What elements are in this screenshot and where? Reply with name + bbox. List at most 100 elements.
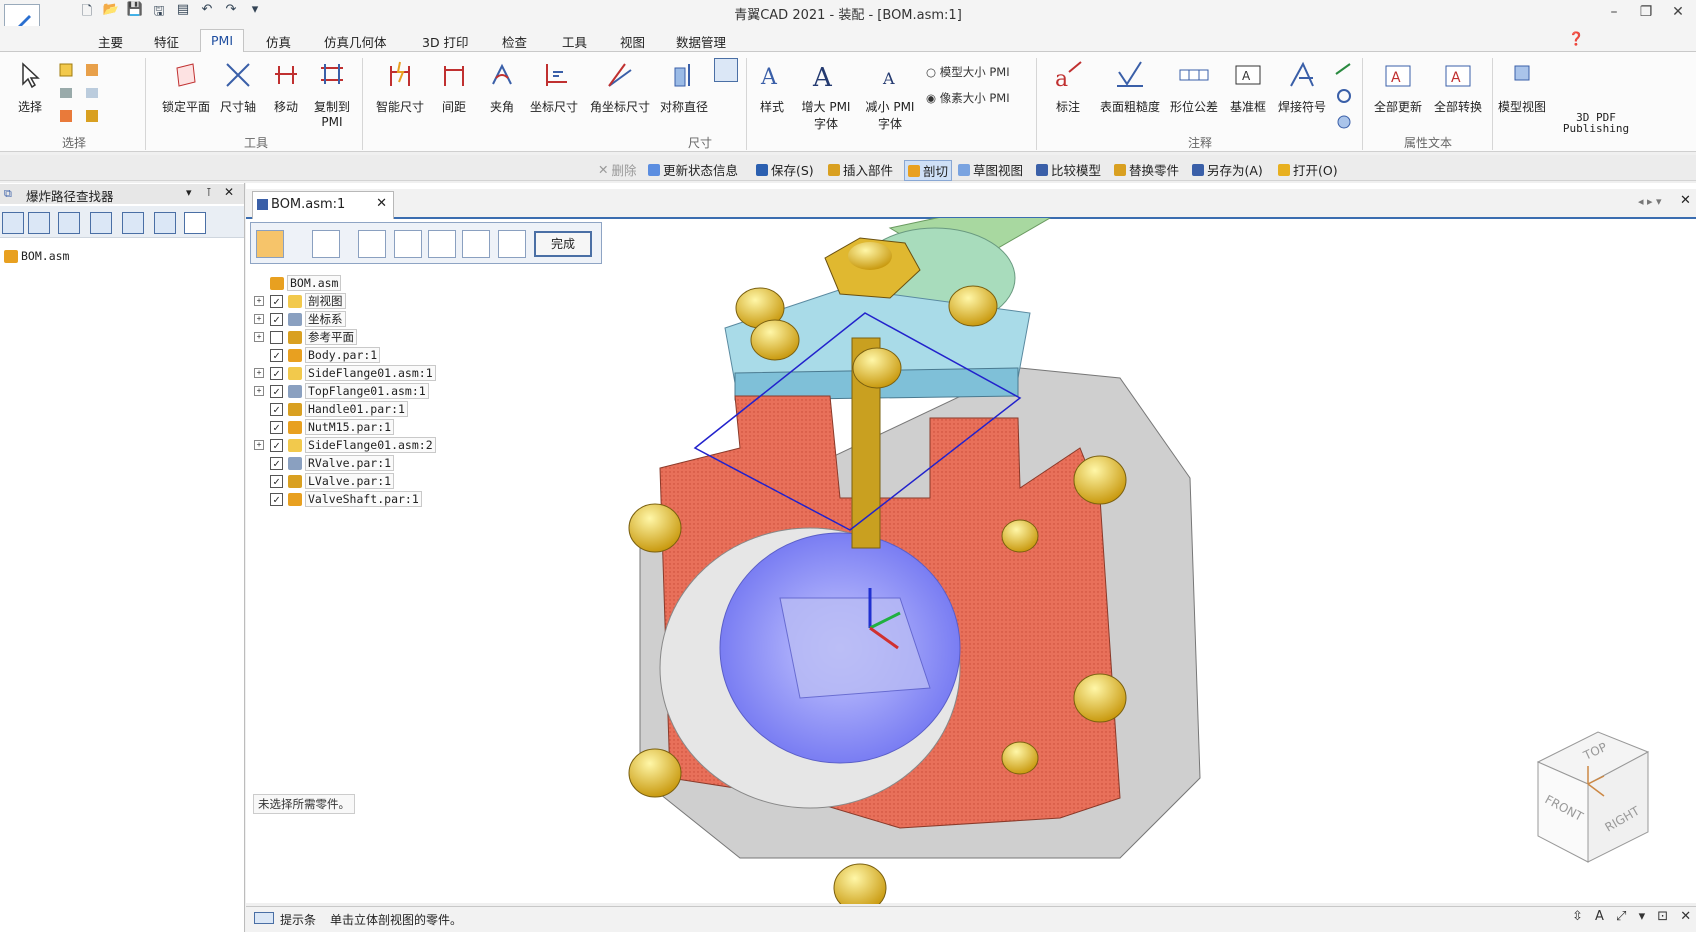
spacing-button[interactable]: 间距 (436, 60, 472, 115)
compare-model-command[interactable]: 比较模型 (1036, 160, 1101, 179)
done-button[interactable]: 完成 (534, 231, 592, 257)
visibility-checkbox[interactable]: ✓ (270, 294, 283, 308)
annotation-small-tools[interactable] (1334, 60, 1354, 130)
3d-pdf-publishing-button[interactable]: 3D PDF Publishing (1554, 112, 1638, 134)
section-flip-icon[interactable] (462, 230, 490, 258)
help-icon[interactable]: ❓ (1568, 32, 1584, 47)
document-close-icon[interactable]: ✕ (1680, 193, 1691, 208)
tree-item[interactable]: ✓ RValve.par:1 (254, 454, 436, 472)
insert-part-command[interactable]: 插入部件 (828, 160, 893, 179)
geometric-tolerance-button[interactable]: 形位公差 (1166, 60, 1222, 115)
tab-3d-print[interactable]: 3D 打印 (414, 32, 477, 51)
close-button[interactable]: ✕ (1668, 4, 1688, 20)
view-controls-icons[interactable]: ⇳ A ⤢ ▾ ⊡ ✕ (1572, 909, 1695, 924)
tab-pmi[interactable]: PMI (200, 29, 245, 53)
document-tab[interactable]: BOM.asm:1 ✕ (252, 191, 394, 219)
visibility-checkbox[interactable]: ✓ (270, 348, 283, 362)
visibility-checkbox[interactable] (270, 330, 283, 344)
tree-item[interactable]: + ✓ 坐标系 (254, 310, 436, 328)
symmetric-diameter-button[interactable]: 对称直径 (656, 60, 712, 115)
expand-icon[interactable]: + (254, 332, 264, 342)
dimension-option-icon[interactable] (714, 58, 738, 82)
callout-button[interactable]: a 标注 (1050, 60, 1086, 115)
tab-tools[interactable]: 工具 (554, 32, 595, 51)
tab-scroll-icons[interactable]: ◂ ▸ ▾ (1638, 195, 1662, 208)
select-small-tools[interactable] (58, 62, 128, 126)
move-button[interactable]: 移动 (266, 60, 306, 115)
sketch-view-command[interactable]: 草图视图 (958, 160, 1023, 179)
document-tab-close-icon[interactable]: ✕ (376, 196, 387, 211)
section-option-icon[interactable] (498, 230, 526, 258)
tree-item[interactable]: ✓ Handle01.par:1 (254, 400, 436, 418)
pane-tool-5-icon[interactable] (122, 212, 144, 234)
increase-pmi-font-button[interactable]: A 增大 PMI 字体 (794, 60, 858, 132)
tree-item[interactable]: + ✓ TopFlange01.asm:1 (254, 382, 436, 400)
style-button[interactable]: A 样式 (754, 60, 790, 115)
tab-sim-geometry[interactable]: 仿真几何体 (316, 32, 395, 51)
tree-item[interactable]: BOM.asm (254, 274, 436, 292)
visibility-checkbox[interactable]: ✓ (270, 312, 283, 326)
expand-icon[interactable]: + (254, 440, 264, 450)
convert-all-button[interactable]: A 全部转换 (1430, 60, 1486, 115)
save-command[interactable]: 保存(S) (756, 160, 814, 179)
tree-item[interactable]: ✓ LValve.par:1 (254, 472, 436, 490)
pane-tool-1-icon[interactable] (2, 212, 24, 234)
angle-button[interactable]: 夹角 (484, 60, 520, 115)
tab-data-management[interactable]: 数据管理 (668, 32, 734, 51)
visibility-checkbox[interactable]: ✓ (270, 366, 283, 380)
pane-tool-6-icon[interactable] (154, 212, 176, 234)
tree-item[interactable]: ✓ ValveShaft.par:1 (254, 490, 436, 508)
pane-dropdown-icon[interactable]: ▾ (186, 186, 192, 199)
pane-tree-root[interactable]: BOM.asm (4, 247, 69, 265)
visibility-checkbox[interactable]: ✓ (270, 384, 283, 398)
section-sketch-icon[interactable] (312, 230, 340, 258)
save-as-command[interactable]: 另存为(A) (1192, 160, 1263, 179)
tree-item[interactable]: + ✓ SideFlange01.asm:2 (254, 436, 436, 454)
tree-item[interactable]: ✓ Body.par:1 (254, 346, 436, 364)
coordinate-dimension-button[interactable]: 坐标尺寸 (526, 60, 582, 115)
visibility-checkbox[interactable]: ✓ (270, 438, 283, 452)
smart-dimension-button[interactable]: 智能尺寸 (372, 60, 428, 115)
pane-tool-3-icon[interactable] (58, 212, 80, 234)
surface-roughness-button[interactable]: 表面粗糙度 (1094, 60, 1166, 115)
replace-part-command[interactable]: 替换零件 (1114, 160, 1179, 179)
tab-features[interactable]: 特征 (146, 32, 187, 51)
update-all-button[interactable]: A 全部更新 (1370, 60, 1426, 115)
expand-icon[interactable]: + (254, 314, 264, 324)
model-view-button[interactable]: 模型视图 (1494, 60, 1550, 115)
prompt-bar-icon[interactable] (254, 912, 274, 924)
tab-main[interactable]: 主要 (90, 32, 131, 51)
tree-item[interactable]: + ✓ 剖视图 (254, 292, 436, 310)
model-size-pmi-radio[interactable]: ○ 模型大小 PMI (926, 64, 1010, 80)
decrease-pmi-font-button[interactable]: A 减小 PMI 字体 (858, 60, 922, 132)
tab-inspect[interactable]: 检查 (494, 32, 535, 51)
visibility-checkbox[interactable]: ✓ (270, 492, 283, 506)
datum-frame-button[interactable]: A 基准框 (1226, 60, 1270, 115)
lock-plane-button[interactable]: 锁定平面 (156, 60, 216, 115)
dimension-axis-button[interactable]: 尺寸轴 (214, 60, 262, 115)
section-step-icon[interactable] (256, 230, 284, 258)
expand-icon[interactable]: + (254, 296, 264, 306)
expand-icon[interactable]: + (254, 368, 264, 378)
delete-command[interactable]: ✕ 删除 (598, 160, 637, 179)
visibility-checkbox[interactable]: ✓ (270, 456, 283, 470)
open-command[interactable]: 打开(O) (1278, 160, 1338, 179)
section-plane-icon[interactable] (358, 230, 386, 258)
weld-symbol-button[interactable]: 焊接符号 (1272, 60, 1332, 115)
tree-item[interactable]: + 参考平面 (254, 328, 436, 346)
expand-icon[interactable]: + (254, 386, 264, 396)
pane-pin-icon[interactable]: ⊺ (206, 186, 212, 199)
pane-tool-4-icon[interactable] (90, 212, 112, 234)
section-direction-icon[interactable] (428, 230, 456, 258)
tree-item[interactable]: ✓ NutM15.par:1 (254, 418, 436, 436)
minimize-button[interactable]: – (1604, 4, 1624, 20)
pixel-size-pmi-radio[interactable]: ◉ 像素大小 PMI (926, 90, 1010, 106)
pane-tool-2-icon[interactable] (28, 212, 50, 234)
visibility-checkbox[interactable]: ✓ (270, 474, 283, 488)
copy-to-pmi-button[interactable]: 复制到PMI (308, 60, 356, 129)
visibility-checkbox[interactable]: ✓ (270, 420, 283, 434)
visibility-checkbox[interactable]: ✓ (270, 402, 283, 416)
section-edit-icon[interactable] (394, 230, 422, 258)
angular-coordinate-button[interactable]: 角坐标尺寸 (584, 60, 656, 115)
update-status-command[interactable]: 更新状态信息 (648, 160, 738, 179)
